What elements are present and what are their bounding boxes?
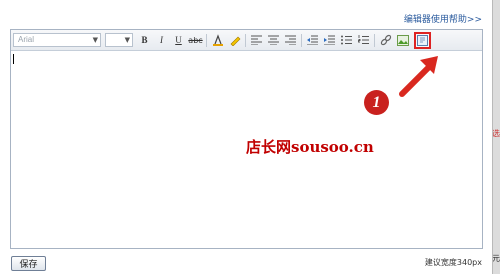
highlight-button[interactable] — [227, 33, 242, 48]
background-page: 选 元 — [492, 0, 500, 274]
outdent-button[interactable] — [305, 33, 320, 48]
background-glyph: 选 — [492, 129, 500, 138]
editor-toolbar: Arial ▼ ▼ B I U abc — [11, 30, 482, 51]
bold-button[interactable]: B — [137, 33, 152, 48]
strikethrough-button[interactable]: abc — [188, 33, 203, 48]
align-center-button[interactable] — [266, 33, 281, 48]
step-number-badge: 1 — [364, 90, 389, 115]
indent-icon — [324, 35, 335, 45]
recommended-width-note: 建议宽度340px — [424, 258, 482, 267]
toolbar-divider — [301, 33, 302, 47]
editor-help-link[interactable]: 编辑器使用帮助>> — [404, 12, 482, 25]
align-center-icon — [268, 35, 279, 45]
save-button[interactable]: 保存 — [11, 256, 46, 271]
chevron-down-icon: ▼ — [124, 36, 130, 44]
bulleted-list-icon — [341, 35, 352, 45]
watermark-text: 店长网sousoo.cn — [246, 138, 374, 156]
align-right-icon — [285, 35, 296, 45]
annotation-arrow — [399, 56, 438, 97]
outdent-icon — [307, 35, 318, 45]
highlighter-icon — [230, 36, 240, 46]
chevron-down-icon: ▼ — [92, 36, 98, 44]
background-glyph: 元 — [492, 254, 500, 263]
toolbar-divider — [374, 33, 375, 47]
font-size-select[interactable]: ▼ — [105, 33, 133, 47]
text-cursor — [13, 54, 14, 64]
toolbar-divider — [245, 33, 246, 47]
indent-button[interactable] — [322, 33, 337, 48]
font-family-select[interactable]: Arial ▼ — [13, 33, 101, 47]
insert-image-button[interactable] — [395, 33, 410, 48]
link-icon — [380, 34, 391, 46]
align-left-icon — [251, 35, 262, 45]
font-color-icon — [212, 34, 223, 46]
underline-button[interactable]: U — [171, 33, 186, 48]
font-family-value: Arial — [18, 35, 35, 44]
numbered-list-button[interactable] — [356, 33, 371, 48]
editor-dialog: 编辑器使用帮助>> Arial ▼ ▼ B I U abc 1 店长网souso… — [0, 0, 493, 274]
italic-button[interactable]: I — [154, 33, 169, 48]
align-right-button[interactable] — [283, 33, 298, 48]
source-code-icon — [417, 34, 428, 46]
bulleted-list-button[interactable] — [339, 33, 354, 48]
insert-link-button[interactable] — [378, 33, 393, 48]
html-source-button[interactable] — [414, 31, 431, 49]
image-icon — [396, 34, 409, 46]
toolbar-divider — [206, 33, 207, 47]
align-left-button[interactable] — [249, 33, 264, 48]
font-color-button[interactable] — [210, 33, 225, 48]
numbered-list-icon — [358, 35, 369, 44]
